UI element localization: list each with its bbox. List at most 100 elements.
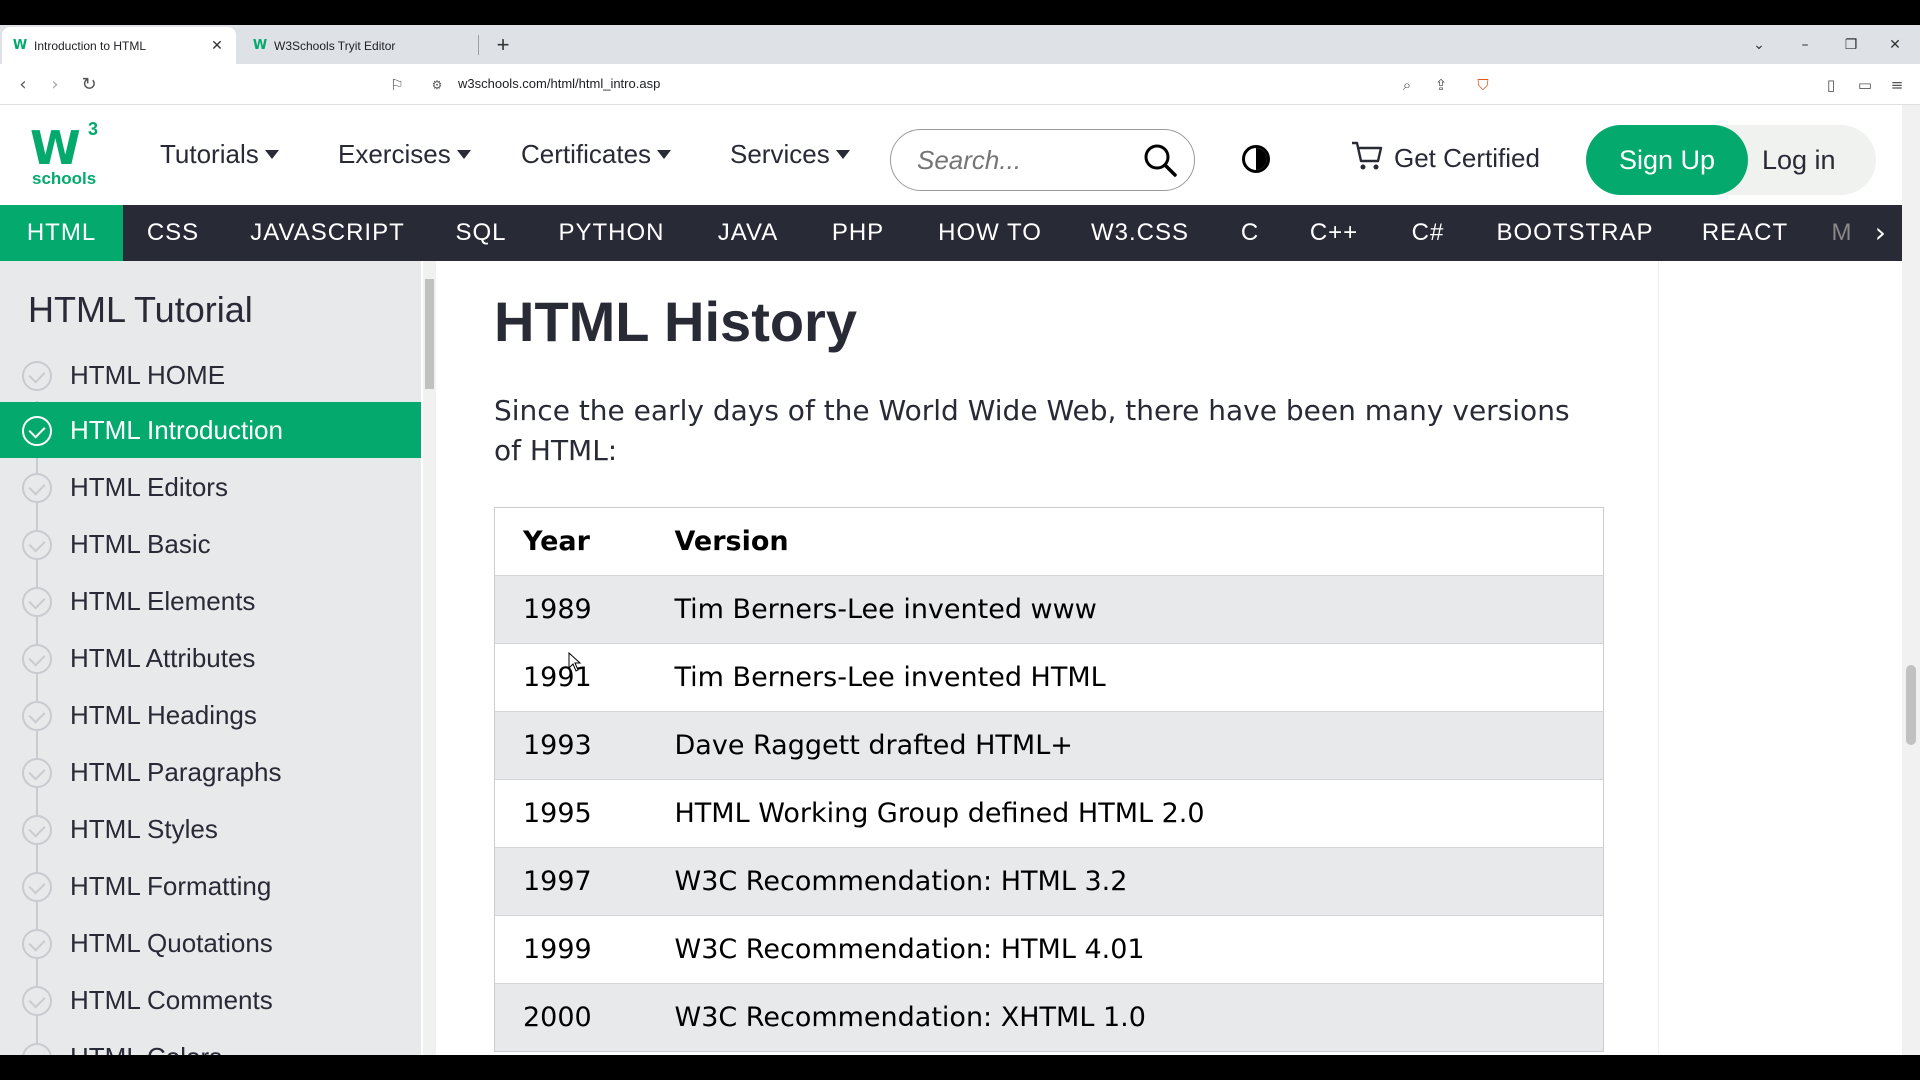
sidebar-item-label: HTML Quotations [70, 927, 273, 958]
bookmark-icon[interactable]: ⚐ [384, 72, 410, 98]
address-bar-url[interactable]: w3schools.com/html/html_intro.asp [458, 76, 660, 91]
version-cell: Dave Raggett drafted HTML+ [646, 711, 1604, 780]
sidebar-item-label: HTML Attributes [70, 642, 256, 673]
table-row: 1997 W3C Recommendation: HTML 3.2 [494, 847, 1604, 916]
topic-more[interactable]: M [1830, 205, 1854, 261]
sidebar-scrollbar[interactable] [423, 261, 436, 1055]
table-row: 2000 W3C Recommendation: XHTML 1.0 [494, 983, 1604, 1052]
topic-html[interactable]: HTML [0, 205, 123, 261]
reload-icon[interactable]: ↻ [74, 70, 104, 100]
nav-label: Exercises [338, 139, 451, 169]
sidebar-item-html-home[interactable]: HTML HOME [0, 347, 421, 403]
topic-csharp[interactable]: C# [1396, 205, 1460, 261]
window-close-icon[interactable]: ✕ [1878, 31, 1912, 59]
topic-how-to[interactable]: HOW TO [926, 205, 1054, 261]
topic-bootstrap[interactable]: BOOTSTRAP [1492, 205, 1658, 261]
sidebar-item-html-colors[interactable]: HTML Colors [0, 1029, 421, 1055]
tab-title: W3Schools Tryit Editor [274, 38, 396, 53]
browser-window: W Introduction to HTML ✕ W W3Schools Try… [0, 25, 1920, 1055]
log-in-button[interactable]: Log in [1762, 125, 1836, 195]
caret-down-icon [456, 150, 471, 159]
sidebar-item-html-basic[interactable]: HTML Basic [0, 516, 421, 572]
sidebar-item-label: HTML Introduction [70, 414, 283, 445]
nav-label: Certificates [521, 139, 652, 169]
w3schools-favicon-icon: W [252, 38, 268, 53]
contrast-toggle-icon[interactable] [1242, 145, 1270, 173]
logo-text: schools [32, 169, 97, 188]
get-certified-link[interactable]: Get Certified [1394, 143, 1540, 174]
column-header-version: Version [646, 507, 1604, 576]
topic-w3css[interactable]: W3.CSS [1085, 205, 1195, 261]
topic-navbar: HTML CSS JAVASCRIPT SQL PYTHON JAVA PHP … [0, 205, 1902, 261]
topic-java[interactable]: JAVA [704, 205, 792, 261]
check-circle-icon [22, 644, 52, 674]
topic-python[interactable]: PYTHON [545, 205, 678, 261]
sidebar-item-html-quotations[interactable]: HTML Quotations [0, 915, 421, 971]
auth-group: Sign Up Log in [1586, 125, 1876, 195]
tab-title: Introduction to HTML [34, 38, 147, 53]
zoom-icon[interactable]: ⌕ [1394, 72, 1420, 98]
sidebar-item-label: HTML Colors [70, 1042, 222, 1056]
topic-sql[interactable]: SQL [441, 205, 521, 261]
table-row: 1995 HTML Working Group defined HTML 2.0 [494, 779, 1604, 848]
table-header-row: Year Version [494, 507, 1604, 576]
sidebar-item-html-formatting[interactable]: HTML Formatting [0, 858, 421, 914]
share-icon[interactable]: ⇪ [1428, 72, 1454, 98]
site-info-icon[interactable]: ⚙ [424, 72, 450, 98]
right-ad-panel [1658, 261, 1902, 1055]
brave-shield-icon[interactable]: ⛉ [1470, 72, 1496, 98]
version-cell: Tim Berners-Lee invented www [646, 575, 1604, 644]
nav-exercises[interactable]: Exercises [338, 139, 471, 170]
sidebar-item-html-comments[interactable]: HTML Comments [0, 972, 421, 1028]
nav-services[interactable]: Services [730, 139, 850, 170]
tab-search-chevron-icon[interactable]: ⌄ [1742, 31, 1776, 59]
restore-icon[interactable]: ❐ [1834, 31, 1868, 59]
nav-certificates[interactable]: Certificates [521, 139, 672, 170]
caret-down-icon [264, 150, 279, 159]
nav-tutorials[interactable]: Tutorials [160, 139, 279, 170]
browser-tab[interactable]: W W3Schools Tryit Editor [242, 27, 476, 64]
chevron-right-icon[interactable]: › [1875, 205, 1886, 261]
page-heading: HTML History [494, 290, 857, 353]
topic-cpp[interactable]: C++ [1302, 205, 1366, 261]
sidebar-item-html-attributes[interactable]: HTML Attributes [0, 630, 421, 686]
topic-c[interactable]: C [1230, 205, 1270, 261]
browser-tab-active[interactable]: W Introduction to HTML ✕ [2, 27, 236, 64]
new-tab-plus-icon[interactable]: + [489, 31, 517, 59]
sidebar-item-html-editors[interactable]: HTML Editors [0, 459, 421, 515]
topic-css[interactable]: CSS [135, 205, 211, 261]
wallet-icon[interactable]: ▭ [1852, 72, 1878, 98]
search-icon[interactable] [1140, 140, 1180, 180]
check-circle-icon [22, 1043, 52, 1055]
sign-up-button[interactable]: Sign Up [1586, 125, 1748, 195]
mouse-cursor-icon [568, 652, 582, 672]
w3schools-logo[interactable]: W 3 schools [30, 119, 104, 191]
nav-label: Services [730, 139, 830, 169]
forward-icon[interactable]: › [40, 70, 70, 100]
sidebar-item-html-paragraphs[interactable]: HTML Paragraphs [0, 744, 421, 800]
topic-react[interactable]: REACT [1690, 205, 1800, 261]
sidebar-item-html-headings[interactable]: HTML Headings [0, 687, 421, 743]
topic-php[interactable]: PHP [815, 205, 901, 261]
topic-javascript[interactable]: JAVASCRIPT [240, 205, 415, 261]
check-circle-icon [22, 815, 52, 845]
minimize-icon[interactable]: – [1788, 31, 1822, 59]
cart-icon[interactable] [1350, 139, 1384, 173]
intro-paragraph: Since the early days of the World Wide W… [494, 394, 1570, 467]
sidebar-toggle-icon[interactable]: ▯ [1818, 72, 1844, 98]
sidebar-scroll-thumb[interactable] [425, 279, 434, 389]
sidebar-item-html-elements[interactable]: HTML Elements [0, 573, 421, 629]
search-input[interactable] [917, 144, 1127, 176]
back-icon[interactable]: ‹ [8, 70, 38, 100]
w3schools-favicon-icon: W [12, 38, 28, 53]
page-scroll-thumb[interactable] [1906, 665, 1916, 745]
menu-icon[interactable]: ≡ [1884, 72, 1910, 98]
browser-toolbar: ‹ › ↻ ⚐ ⚙ w3schools.com/html/html_intro.… [0, 64, 1920, 105]
sidebar-item-html-styles[interactable]: HTML Styles [0, 801, 421, 857]
main-content: HTML History Since the early days of the… [436, 261, 1658, 1055]
caret-down-icon [657, 150, 672, 159]
page-scrollbar[interactable] [1902, 105, 1920, 1055]
sidebar-item-html-introduction[interactable]: HTML Introduction [0, 402, 421, 458]
check-circle-icon [22, 416, 52, 446]
close-icon[interactable]: ✕ [208, 37, 226, 54]
